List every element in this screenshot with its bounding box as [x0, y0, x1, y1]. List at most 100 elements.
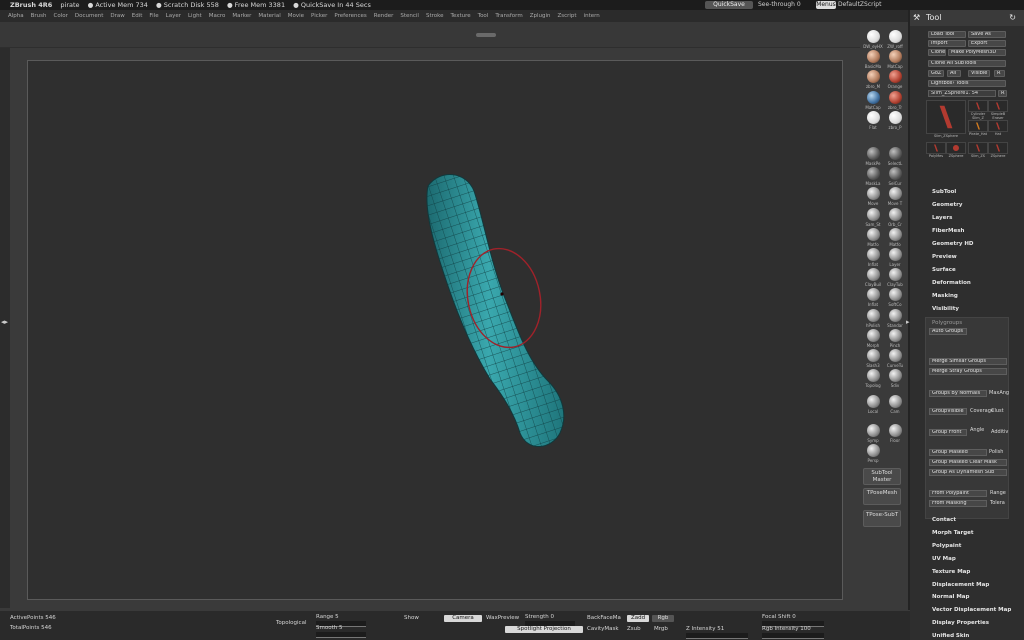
- shelf-brush-button[interactable]: Move: [863, 187, 883, 206]
- angle-slider[interactable]: Angle: [970, 427, 984, 433]
- shelf-brush-button[interactable]: Sam_St: [863, 207, 883, 227]
- load-tool-button[interactable]: Load Tool: [928, 31, 966, 38]
- menu-item[interactable]: Zscript: [557, 13, 576, 19]
- shelf-brush-button[interactable]: MatCap: [885, 50, 905, 69]
- shelf-brush-button[interactable]: Layer: [885, 248, 905, 267]
- shelf-brush-button[interactable]: MaskPe: [863, 147, 883, 166]
- range-slider[interactable]: Range: [990, 490, 1006, 496]
- save-as-button[interactable]: Save As: [968, 31, 1006, 38]
- menu-item[interactable]: Movie: [288, 13, 304, 19]
- z-intensity-slider[interactable]: Z Intensity 51: [686, 626, 724, 632]
- tool-section-header[interactable]: Polypaint: [932, 543, 961, 549]
- mesh-model[interactable]: [426, 174, 565, 447]
- rgb-button[interactable]: Rgb: [652, 615, 674, 622]
- shelf-brush-button[interactable]: Orb_Cr: [885, 207, 905, 227]
- tool-thumbnail[interactable]: Pirate_Hat: [968, 120, 988, 136]
- shelf-brush-button[interactable]: Sdiv: [885, 369, 905, 388]
- tool-section-header[interactable]: Geometry: [932, 202, 962, 208]
- import-button[interactable]: Import: [928, 40, 966, 47]
- shelf-brush-button[interactable]: DW_eyHX: [863, 30, 883, 49]
- shelf-brush-button[interactable]: Inflat: [863, 248, 883, 267]
- shelf-brush-button[interactable]: Floor: [885, 423, 905, 443]
- from-masking-button[interactable]: From Masking: [929, 500, 987, 507]
- tool-section-header[interactable]: SubTool: [932, 189, 956, 195]
- range-slider[interactable]: Range 5: [316, 614, 339, 620]
- cavitymask-button[interactable]: CavityMask: [587, 626, 619, 632]
- tool-thumbnail[interactable]: SimpleB Eraser: [988, 100, 1008, 120]
- menu-item[interactable]: intern: [584, 13, 600, 19]
- shelf-brush-button[interactable]: ZW_roff: [885, 30, 905, 49]
- tool-section-header[interactable]: FiberMesh: [932, 228, 964, 234]
- shelf-brush-button[interactable]: Topolog: [863, 369, 883, 388]
- tool-thumbnail[interactable]: ZSphere: [946, 142, 966, 158]
- maxang-slider[interactable]: MaxAng: [989, 390, 1009, 396]
- group-as-dynamesh-sub-button[interactable]: Group As Dynamesh Sub: [929, 469, 1007, 476]
- lightbox-tools-button[interactable]: Lightbox› Tools: [928, 80, 1006, 87]
- group-visible-button[interactable]: GroupVisible: [929, 408, 967, 415]
- tool-section-header[interactable]: Texture Map: [932, 569, 970, 575]
- rgb-intensity-slider[interactable]: Rgb Intensity 100: [762, 626, 811, 632]
- tool-thumbnail[interactable]: Slim_ZS: [968, 142, 988, 158]
- z-intensity-track[interactable]: [686, 633, 748, 639]
- shelf-brush-button[interactable]: Local: [863, 395, 883, 414]
- menu-item[interactable]: Light: [188, 13, 202, 19]
- goz-visible-button[interactable]: Visible: [968, 70, 990, 77]
- shelf-brush-button[interactable]: zbro_M: [863, 70, 883, 89]
- menu-item[interactable]: Edit: [132, 13, 143, 19]
- zsub-button[interactable]: Zsub: [627, 626, 641, 632]
- shelf-brush-button[interactable]: Symp: [863, 423, 883, 443]
- menu-item[interactable]: Alpha: [8, 13, 24, 19]
- subtool-master-button[interactable]: SubTool Master: [863, 468, 901, 485]
- merge-similar-groups-button[interactable]: Merge Similar Groups: [929, 358, 1007, 365]
- shelf-brush-button[interactable]: zbro_P: [885, 110, 905, 130]
- shelf-grip-handle[interactable]: [476, 33, 496, 37]
- menus-button[interactable]: Menus: [816, 1, 836, 9]
- tool-section-header[interactable]: Geometry HD: [932, 241, 974, 247]
- shelf-brush-button[interactable]: SoftCo: [885, 288, 905, 307]
- tool-section-header[interactable]: Normal Map: [932, 594, 969, 600]
- default-zscript-button[interactable]: DefaultZScript: [838, 0, 881, 10]
- tpose-subt-button[interactable]: TPose›SubT: [863, 510, 901, 527]
- tool-section-header[interactable]: Deformation: [932, 280, 971, 286]
- tposemesh-button[interactable]: TPoseMesh: [863, 488, 901, 505]
- right-tray-toggle-icon[interactable]: ▸: [906, 318, 910, 326]
- reset-icon[interactable]: ↻: [1009, 10, 1016, 26]
- tolerance-slider[interactable]: Tolera: [990, 500, 1005, 506]
- shelf-brush-button[interactable]: Matfo: [863, 227, 883, 247]
- shelf-brush-button[interactable]: hPolish: [863, 308, 883, 328]
- additive-toggle[interactable]: Additiv: [991, 429, 1008, 435]
- tool-thumbnail[interactable]: Hat: [988, 120, 1008, 136]
- polish-slider[interactable]: Polish: [989, 449, 1003, 455]
- clustering-slider[interactable]: Clust: [991, 408, 1004, 414]
- left-tray-toggle-icon[interactable]: ◂▸: [1, 318, 8, 326]
- menu-item[interactable]: Render: [374, 13, 394, 19]
- tool-section-header[interactable]: Morph Target: [932, 530, 974, 536]
- menu-item[interactable]: Stroke: [426, 13, 444, 19]
- group-masked-button[interactable]: Group Masked: [929, 449, 987, 456]
- shelf-brush-button[interactable]: Standar: [885, 308, 905, 328]
- menu-item[interactable]: Brush: [31, 13, 47, 19]
- make-polymesh-button[interactable]: Make PolyMesh3D: [948, 49, 1006, 56]
- topological-toggle[interactable]: Topological: [276, 620, 306, 626]
- tool-section-header[interactable]: Surface: [932, 267, 956, 273]
- menu-item[interactable]: Material: [258, 13, 280, 19]
- shelf-brush-button[interactable]: Persp: [863, 443, 883, 463]
- shelf-brush-button[interactable]: Orange: [885, 70, 905, 89]
- focal-shift-slider[interactable]: Focal Shift 0: [762, 614, 796, 620]
- menu-item[interactable]: Color: [54, 13, 68, 19]
- rgb-intensity-track[interactable]: [762, 633, 824, 639]
- shelf-brush-button[interactable]: Pinch: [885, 328, 905, 348]
- zadd-button[interactable]: Zadd: [627, 615, 649, 622]
- clone-button[interactable]: Clone: [928, 49, 946, 56]
- shelf-brush-button[interactable]: Cam: [885, 395, 905, 414]
- document-canvas[interactable]: [27, 60, 843, 600]
- shelf-brush-button[interactable]: MaskLa: [863, 167, 883, 186]
- shelf-brush-button[interactable]: MatCap: [863, 90, 883, 110]
- see-through-slider[interactable]: See-through 0: [758, 0, 801, 10]
- menu-item[interactable]: File: [149, 13, 158, 19]
- auto-groups-button[interactable]: Auto Groups: [929, 328, 967, 335]
- shelf-brush-button[interactable]: ClayTub: [885, 268, 905, 287]
- tool-section-header[interactable]: Displacement Map: [932, 582, 989, 588]
- menu-item[interactable]: Draw: [110, 13, 124, 19]
- tool-section-header[interactable]: Display Properties: [932, 620, 989, 626]
